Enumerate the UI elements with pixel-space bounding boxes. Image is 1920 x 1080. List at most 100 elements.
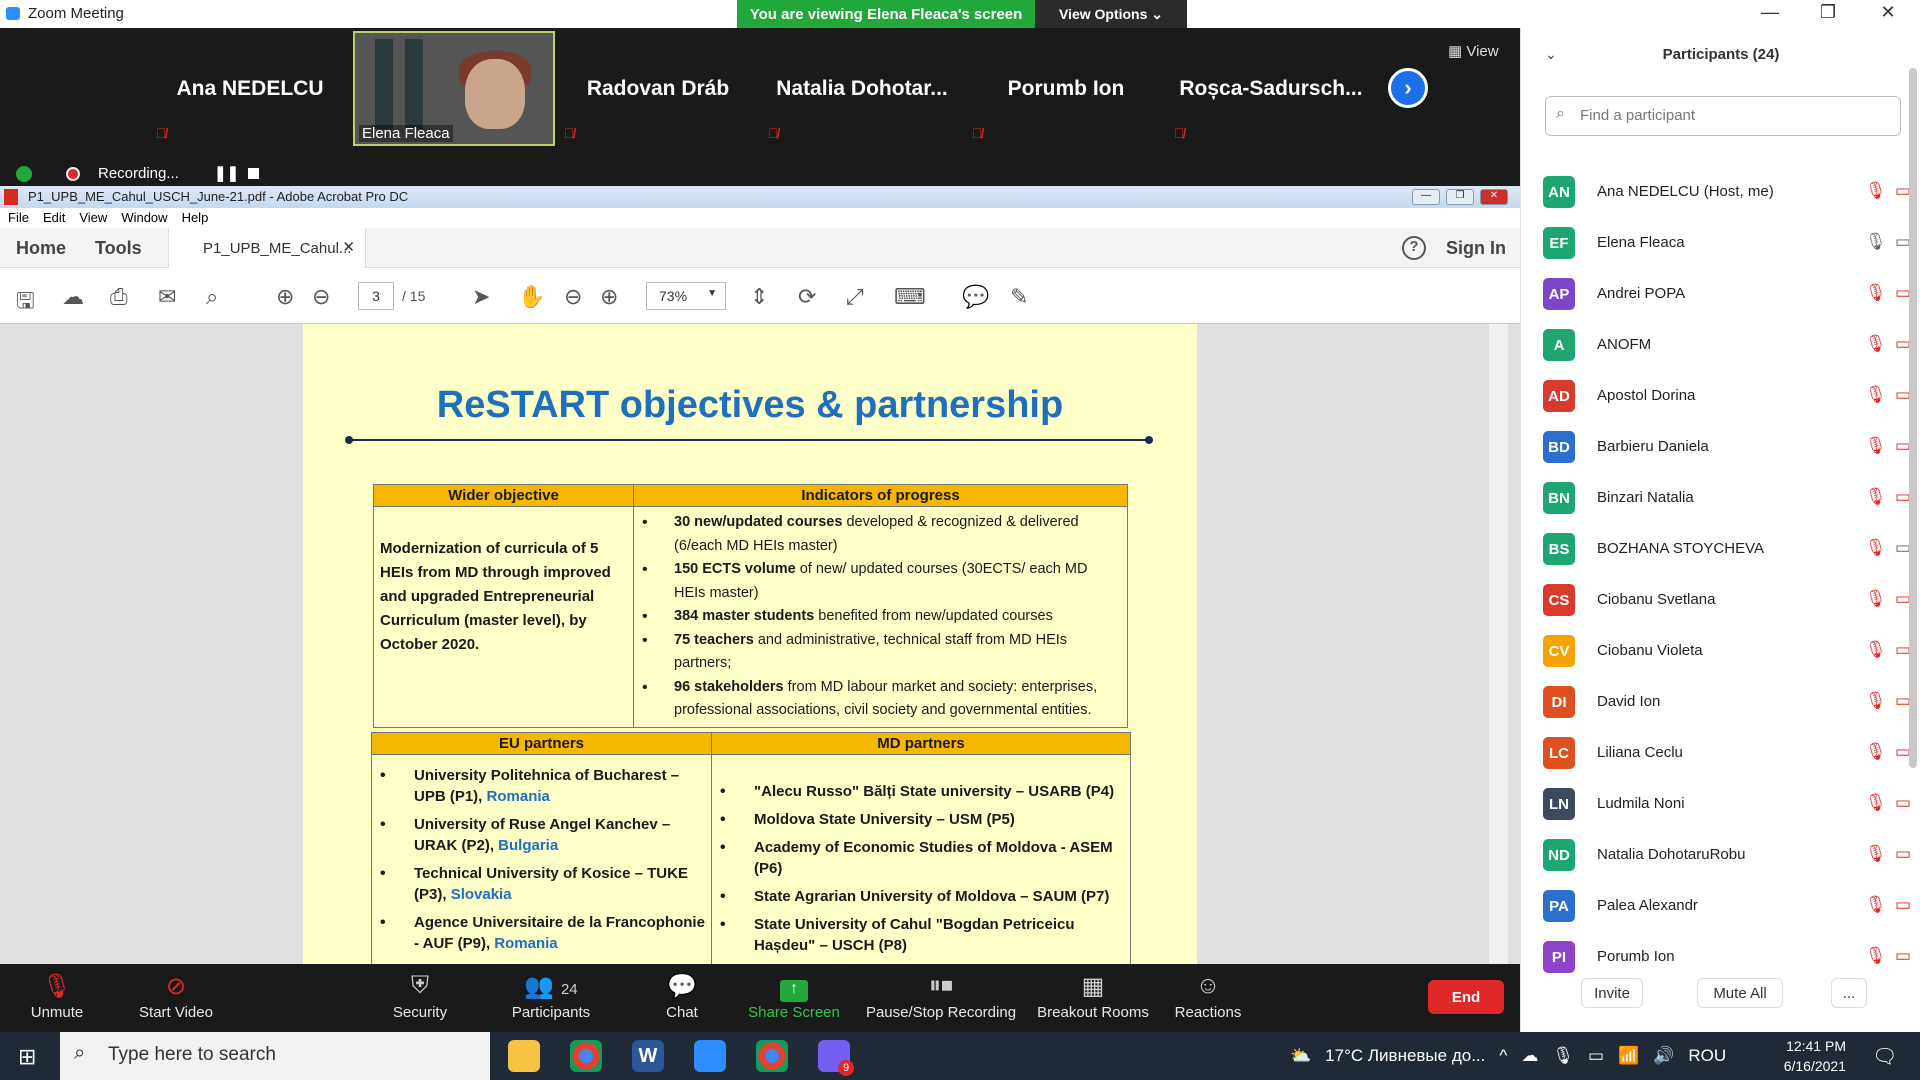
end-meeting-button[interactable]: End	[1428, 980, 1504, 1014]
vertical-scrollbar[interactable]	[1488, 324, 1508, 964]
weather-icon[interactable]: ⛅	[1290, 1046, 1311, 1066]
participants-button[interactable]: 👥 24 Participants	[508, 972, 594, 1021]
word-icon[interactable]: W	[632, 1040, 664, 1072]
participant-row[interactable]: EF Elena Fleaca 🎙 ▭	[1543, 223, 1911, 263]
comment-icon[interactable]: 💬	[962, 284, 989, 310]
unmute-button[interactable]: 🎙 Unmute	[20, 972, 94, 1021]
participant-row[interactable]: DI David Ion 🎙 ▭	[1543, 682, 1911, 722]
participant-row[interactable]: BN Binzari Natalia 🎙 ▭	[1543, 478, 1911, 518]
gallery-view-button[interactable]: ▦ View	[1448, 42, 1499, 60]
weather-text[interactable]: 17°C Ливневые до...	[1325, 1046, 1485, 1066]
onedrive-icon[interactable]: ☁	[1521, 1046, 1538, 1066]
chat-button[interactable]: 💬 Chat	[662, 972, 702, 1021]
chrome-icon[interactable]	[570, 1040, 602, 1072]
acrobat-restore-icon[interactable]: ❐	[1446, 189, 1474, 205]
reactions-button[interactable]: ☺ Reactions	[1172, 972, 1244, 1021]
previous-page-icon[interactable]: ⊕	[276, 284, 294, 310]
stop-recording-icon[interactable]	[248, 168, 259, 179]
microphone-icon[interactable]: 🎙	[1552, 1046, 1574, 1066]
minimize-icon[interactable]: —	[1750, 2, 1790, 23]
menu-file[interactable]: File	[8, 210, 29, 228]
language-indicator[interactable]: ROU	[1688, 1046, 1726, 1066]
security-button[interactable]: ⛨ Security	[388, 972, 452, 1021]
save-icon[interactable]: 🖫	[16, 284, 35, 322]
pause-recording-icon[interactable]: ❚❚	[214, 164, 239, 182]
video-tile[interactable]: Roșca-Sadursch... 🎙̸	[1168, 33, 1374, 145]
tab-document[interactable]: P1_UPB_ME_Cahul... ✕	[168, 228, 366, 268]
participant-row[interactable]: ND Natalia DohotaruRobu 🎙 ▭	[1543, 835, 1911, 875]
video-tile[interactable]: Natalia Dohotar... 🎙̸	[762, 33, 962, 145]
acrobat-close-icon[interactable]: ✕	[1480, 189, 1508, 205]
acrobat-minimize-icon[interactable]: —	[1412, 189, 1440, 205]
sign-in-button[interactable]: Sign In	[1446, 238, 1506, 259]
pause-stop-recording-button[interactable]: ⏸⏹ Pause/Stop Recording	[864, 972, 1018, 1021]
video-tile[interactable]: Radovan Dráb 🎙̸	[558, 33, 758, 145]
zoom-in-icon[interactable]: ⊕	[600, 284, 618, 310]
menu-view[interactable]: View	[79, 210, 107, 228]
notifications-icon[interactable]: 🗨	[1872, 1044, 1897, 1069]
participant-row[interactable]: BD Barbieru Daniela 🎙 ▭	[1543, 427, 1911, 467]
file-explorer-icon[interactable]	[508, 1040, 540, 1072]
restore-icon[interactable]: ❐	[1808, 2, 1848, 23]
menu-edit[interactable]: Edit	[43, 210, 65, 228]
mute-all-button[interactable]: Mute All	[1697, 978, 1783, 1008]
volume-icon[interactable]: 🔊	[1653, 1046, 1674, 1066]
taskbar-search[interactable]: ⌕ Type here to search	[60, 1032, 490, 1080]
view-options-button[interactable]: View Options ⌄	[1035, 0, 1187, 28]
zoom-app-icon[interactable]	[694, 1040, 726, 1072]
rotate-icon[interactable]: ⟳	[798, 284, 816, 310]
start-video-button[interactable]: ⊘ Start Video	[134, 972, 218, 1021]
breakout-rooms-button[interactable]: ▦ Breakout Rooms	[1034, 972, 1152, 1021]
video-tile[interactable]: Ana NEDELCU 🎙̸	[150, 33, 350, 145]
participant-row[interactable]: AN Ana NEDELCU (Host, me) 🎙 ▭	[1543, 172, 1911, 212]
menu-help[interactable]: Help	[182, 210, 209, 228]
participant-search-input[interactable]: ⌕ Find a participant	[1545, 96, 1901, 136]
print-icon[interactable]: ⎙	[110, 284, 128, 310]
page-number-input[interactable]: 3	[358, 282, 394, 310]
share-screen-button[interactable]: ↑ Share Screen	[748, 972, 840, 1021]
taskbar-clock[interactable]: 12:41 PM 6/16/2021	[1750, 1036, 1846, 1076]
chrome-icon[interactable]	[756, 1040, 788, 1072]
participant-row[interactable]: CS Ciobanu Svetlana 🎙 ▭	[1543, 580, 1911, 620]
participant-row[interactable]: AD Apostol Dorina 🎙 ▭	[1543, 376, 1911, 416]
participant-row[interactable]: CV Ciobanu Violeta 🎙 ▭	[1543, 631, 1911, 671]
email-icon[interactable]: ✉	[158, 284, 176, 310]
chevron-up-icon[interactable]: ^	[1499, 1046, 1507, 1066]
close-icon[interactable]: ✕	[1868, 2, 1908, 23]
tab-tools[interactable]: Tools	[95, 238, 142, 259]
participant-row[interactable]: BS BOZHANA STOYCHEVA 🎙 ▭	[1543, 529, 1911, 569]
panel-scrollbar[interactable]	[1909, 68, 1917, 768]
search-icon[interactable]: ⌕	[206, 284, 218, 310]
wifi-icon[interactable]: 📶	[1618, 1046, 1639, 1066]
pen-icon[interactable]: ✎	[1010, 284, 1028, 310]
participant-row[interactable]: PA Palea Alexandr 🎙 ▭	[1543, 886, 1911, 926]
document-viewer[interactable]: ReSTART objectives & partnership Wider o…	[0, 324, 1520, 964]
participant-row[interactable]: AP Andrei POPA 🎙 ▭	[1543, 274, 1911, 314]
windows-start-icon[interactable]: ⊞	[18, 1044, 36, 1070]
video-tile[interactable]: Porumb Ion 🎙̸	[966, 33, 1166, 145]
viber-icon[interactable]: 9	[818, 1040, 854, 1076]
fit-page-icon[interactable]: ⇕	[750, 284, 768, 310]
keyboard-icon[interactable]: ⌨	[894, 284, 926, 310]
participant-row[interactable]: LC Liliana Ceclu 🎙 ▭	[1543, 733, 1911, 773]
zoom-select[interactable]: 73% ▼	[646, 282, 726, 310]
battery-icon[interactable]: ▭	[1588, 1046, 1604, 1066]
next-page-arrow-icon[interactable]: ›	[1388, 68, 1428, 108]
invite-button[interactable]: Invite	[1581, 978, 1643, 1008]
participant-row[interactable]: LN Ludmila Noni 🎙 ▭	[1543, 784, 1911, 824]
more-button[interactable]: ...	[1831, 978, 1867, 1008]
zoom-out-icon[interactable]: ⊖	[564, 284, 582, 310]
upload-icon[interactable]: ☁	[62, 284, 84, 310]
participant-row[interactable]: A ANOFM 🎙 ▭	[1543, 325, 1911, 365]
help-icon[interactable]: ?	[1402, 236, 1426, 260]
menu-window[interactable]: Window	[121, 210, 167, 228]
close-tab-icon[interactable]: ✕	[342, 238, 355, 256]
hand-tool-icon[interactable]: ✋	[518, 284, 545, 310]
tab-home[interactable]: Home	[16, 238, 66, 259]
search-placeholder: Find a participant	[1580, 107, 1696, 124]
participant-row[interactable]: PI Porumb Ion 🎙 ▭	[1543, 937, 1911, 977]
next-page-icon[interactable]: ⊖	[312, 284, 330, 310]
full-screen-icon[interactable]: ⤢	[846, 284, 864, 310]
video-tile-active[interactable]: Elena Fleaca	[353, 31, 555, 146]
select-cursor-icon[interactable]: ➤	[472, 284, 490, 310]
